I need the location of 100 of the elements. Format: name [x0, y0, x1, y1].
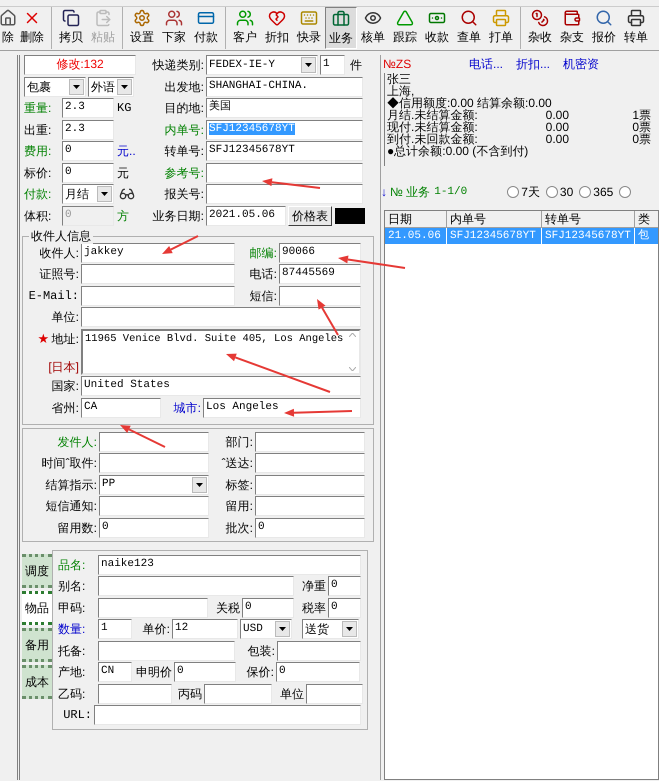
- field-label: 重量:: [24, 100, 52, 117]
- field-label: 参考号:: [164, 164, 204, 182]
- input-field[interactable]: [255, 453, 365, 473]
- toolbar-button[interactable]: 打单: [485, 7, 517, 49]
- toolbar-button[interactable]: 转单: [620, 7, 652, 49]
- input-field[interactable]: [81, 286, 235, 306]
- input-field[interactable]: [99, 453, 209, 473]
- link[interactable]: 折扣...: [516, 55, 550, 73]
- search-icon: [460, 9, 478, 27]
- input-field[interactable]: 美国: [206, 98, 363, 118]
- input-field[interactable]: [81, 307, 361, 327]
- dropdown[interactable]: USD: [240, 619, 292, 639]
- toolbar-button[interactable]: 查单: [453, 7, 485, 49]
- dropdown[interactable]: FEDEX-IE-Y: [206, 55, 318, 75]
- input-field[interactable]: 0: [328, 598, 361, 618]
- input-field[interactable]: [98, 640, 235, 660]
- input-field[interactable]: 90066: [279, 242, 361, 262]
- input-field[interactable]: [98, 576, 294, 596]
- input-field[interactable]: 2.3: [62, 98, 114, 118]
- chevron-up-icon[interactable]: [349, 332, 356, 336]
- input-field[interactable]: CN: [98, 662, 132, 682]
- input-field[interactable]: [204, 684, 272, 704]
- radio-option[interactable]: 7天: [507, 183, 540, 201]
- link[interactable]: 电话...: [469, 55, 504, 73]
- input-field[interactable]: [206, 184, 363, 204]
- toolbar-button[interactable]: 客户: [229, 7, 261, 49]
- input-field[interactable]: 2.3: [62, 120, 114, 140]
- toolbar-button[interactable]: 报价: [588, 7, 620, 49]
- input-field[interactable]: 87445569: [279, 264, 361, 284]
- toolbar-button[interactable]: 下家: [158, 7, 190, 49]
- dropdown[interactable]: 月结: [62, 184, 114, 204]
- toolbar-button[interactable]: 快录: [293, 7, 325, 49]
- input-field[interactable]: [94, 705, 361, 725]
- toolbar-button[interactable]: 设置: [126, 7, 158, 49]
- triangle-icon: [396, 9, 414, 27]
- input-field[interactable]: naike123: [98, 554, 361, 574]
- input-field[interactable]: [255, 474, 365, 494]
- copy-icon: [62, 9, 80, 27]
- unit-label: 方: [117, 208, 129, 224]
- card-icon: [197, 9, 215, 27]
- dropdown[interactable]: 外语: [88, 76, 134, 96]
- input-field[interactable]: 1: [320, 55, 345, 75]
- input-field[interactable]: 0: [276, 662, 360, 682]
- input-field[interactable]: [255, 496, 365, 516]
- input-field[interactable]: jakkey: [81, 242, 235, 262]
- chevron-down-icon[interactable]: [349, 366, 356, 370]
- radio-option[interactable]: 365: [579, 183, 614, 201]
- input-field[interactable]: 1: [98, 619, 132, 639]
- input-field[interactable]: 12: [172, 619, 238, 639]
- address-field[interactable]: 11965 Venice Blvd. Suite 405, Los Angeles: [81, 328, 361, 374]
- section-title: № 业务: [390, 184, 430, 201]
- input-field[interactable]: [81, 264, 235, 284]
- dropdown[interactable]: 送货: [302, 619, 359, 639]
- input-field[interactable]: SFJ12345678YT: [206, 141, 363, 161]
- input-field[interactable]: 0: [62, 162, 114, 182]
- toolbar-button[interactable]: 核单: [357, 7, 389, 49]
- toolbar-button[interactable]: 折扣: [261, 7, 293, 49]
- side-tab[interactable]: 成本: [22, 664, 52, 698]
- side-tab[interactable]: 调度: [22, 554, 52, 588]
- input-field[interactable]: [255, 432, 365, 452]
- input-field[interactable]: 0: [242, 598, 294, 618]
- toolbar-button[interactable]: 付款: [190, 7, 222, 49]
- toolbar-button[interactable]: 杂支: [556, 7, 588, 49]
- input-field[interactable]: [99, 432, 209, 452]
- input-field[interactable]: 0: [62, 141, 114, 161]
- input-field[interactable]: 0: [99, 518, 209, 538]
- keyboard-icon: [300, 9, 318, 27]
- price-table-button[interactable]: 价格表: [288, 206, 332, 226]
- input-field[interactable]: [99, 496, 209, 516]
- link[interactable]: 机密资: [563, 55, 600, 73]
- input-field[interactable]: Los Angeles: [203, 398, 361, 418]
- input-field[interactable]: [98, 598, 208, 618]
- input-field[interactable]: [98, 684, 172, 704]
- side-tab[interactable]: 物品: [22, 590, 52, 624]
- dropdown[interactable]: PP: [99, 474, 209, 494]
- radio-option[interactable]: 30: [546, 183, 574, 201]
- input-field[interactable]: United States: [81, 376, 361, 396]
- dropdown[interactable]: 包裹: [24, 76, 86, 96]
- input-field[interactable]: 0: [174, 662, 236, 682]
- field-label: 发件人:: [56, 434, 97, 450]
- input-field[interactable]: CA: [81, 398, 161, 418]
- field-label: 省州:: [50, 400, 79, 416]
- input-field[interactable]: 2021.05.06: [206, 206, 286, 226]
- input-field[interactable]: [277, 640, 361, 660]
- caret-icon: [301, 57, 316, 73]
- toolbar-button[interactable]: 业务: [325, 7, 357, 49]
- toolbar-button[interactable]: 除: [0, 7, 16, 49]
- input-field[interactable]: [206, 162, 363, 182]
- toolbar-button[interactable]: 收款: [421, 7, 453, 49]
- side-tab[interactable]: 备用: [22, 628, 52, 662]
- input-field[interactable]: 0: [328, 576, 361, 596]
- toolbar-button[interactable]: 跟踪: [389, 7, 421, 49]
- toolbar-button[interactable]: 删除: [16, 7, 48, 49]
- toolbar-button[interactable]: 杂收: [524, 7, 556, 49]
- input-field[interactable]: [279, 286, 361, 306]
- scrollbar[interactable]: [346, 330, 359, 372]
- input-field[interactable]: [306, 684, 363, 704]
- input-field[interactable]: 0: [255, 518, 365, 538]
- input-field[interactable]: SHANGHAI-CHINA.: [206, 76, 363, 96]
- toolbar-button[interactable]: 拷贝: [55, 7, 87, 49]
